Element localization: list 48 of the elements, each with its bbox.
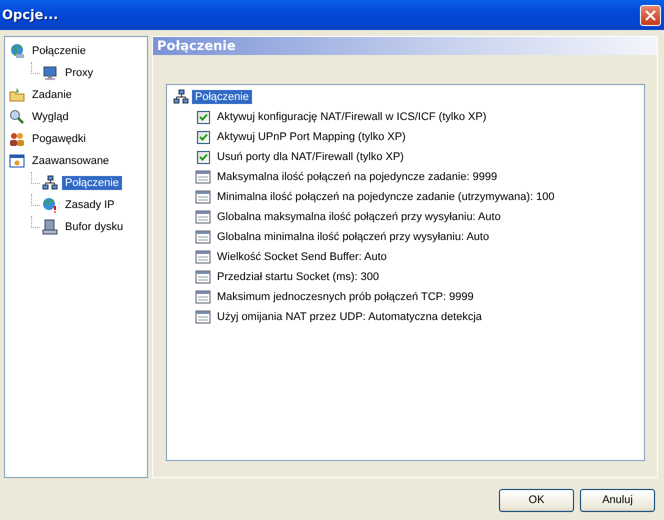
- tree-item[interactable]: Bufor dysku: [62, 220, 126, 234]
- setting-label[interactable]: Globalna maksymalna ilość połączeń przy wysyłaniu: Auto: [217, 211, 501, 223]
- window-icon: [9, 153, 25, 169]
- tree-item[interactable]: Zasady IP: [62, 198, 118, 212]
- list-setting-icon: [195, 209, 211, 225]
- magnifier-icon: [9, 109, 25, 125]
- tree-item[interactable]: Proxy: [62, 66, 96, 80]
- globe-warning-icon: [42, 197, 58, 213]
- setting-label[interactable]: Maksymalna ilość połączeń na pojedyncze zadanie: 9999: [217, 171, 498, 183]
- setting-label[interactable]: Maksimum jednoczesnych prób połączeń TCP: 9999: [217, 291, 474, 303]
- checkbox[interactable]: [197, 130, 210, 144]
- setting-label: Usuń porty dla NAT/Firewall (tylko XP): [217, 151, 404, 163]
- panel-header: Połączenie: [153, 37, 657, 55]
- close-button[interactable]: [640, 4, 661, 26]
- tree-item[interactable]: Zaawansowane: [29, 154, 112, 168]
- list-setting-icon: [195, 169, 211, 185]
- setting-label[interactable]: Minimalna ilość połączeń na pojedyncze zadanie (utrzymywana): 100: [217, 191, 555, 203]
- setting-label[interactable]: Globalna minimalna ilość połączeń przy wysyłaniu: Auto: [217, 231, 490, 243]
- dialog-button[interactable]: OK: [499, 488, 574, 512]
- window-title: Opcje...: [2, 8, 58, 22]
- setting-label[interactable]: Użyj omijania NAT przez UDP: Automatyczna detekcja: [217, 311, 482, 323]
- globe-icon: [9, 43, 25, 59]
- tree-item[interactable]: Wygląd: [29, 110, 72, 124]
- dialog-button[interactable]: Anuluj: [580, 488, 655, 512]
- people-icon: [9, 131, 25, 147]
- list-setting-icon: [195, 269, 211, 285]
- network-icon: [42, 175, 58, 191]
- tree-item[interactable]: Zadanie: [29, 88, 75, 102]
- checkbox[interactable]: [197, 150, 210, 164]
- list-setting-icon: [195, 249, 211, 265]
- folder-icon: [9, 87, 25, 103]
- checkbox[interactable]: [197, 110, 210, 124]
- list-setting-icon: [195, 229, 211, 245]
- disk-icon: [42, 219, 58, 235]
- setting-label[interactable]: Przedział startu Socket (ms): 300: [217, 271, 380, 283]
- tree-item[interactable]: Połączenie: [29, 44, 89, 58]
- network-icon: [173, 89, 189, 105]
- list-setting-icon: [195, 309, 211, 325]
- group-label[interactable]: Połączenie: [192, 90, 252, 104]
- setting-label: Aktywuj UPnP Port Mapping (tylko XP): [217, 131, 406, 143]
- list-setting-icon: [195, 289, 211, 305]
- tree-item[interactable]: Połączenie: [62, 176, 122, 190]
- setting-label: Aktywuj konfigurację NAT/Firewall w ICS/ICF (tylko XP): [217, 111, 486, 123]
- tree-item[interactable]: Pogawędki: [29, 132, 89, 146]
- monitor-icon: [42, 65, 58, 81]
- setting-label[interactable]: Wielkość Socket Send Buffer: Auto: [217, 251, 387, 263]
- close-icon: [645, 10, 656, 20]
- list-setting-icon: [195, 189, 211, 205]
